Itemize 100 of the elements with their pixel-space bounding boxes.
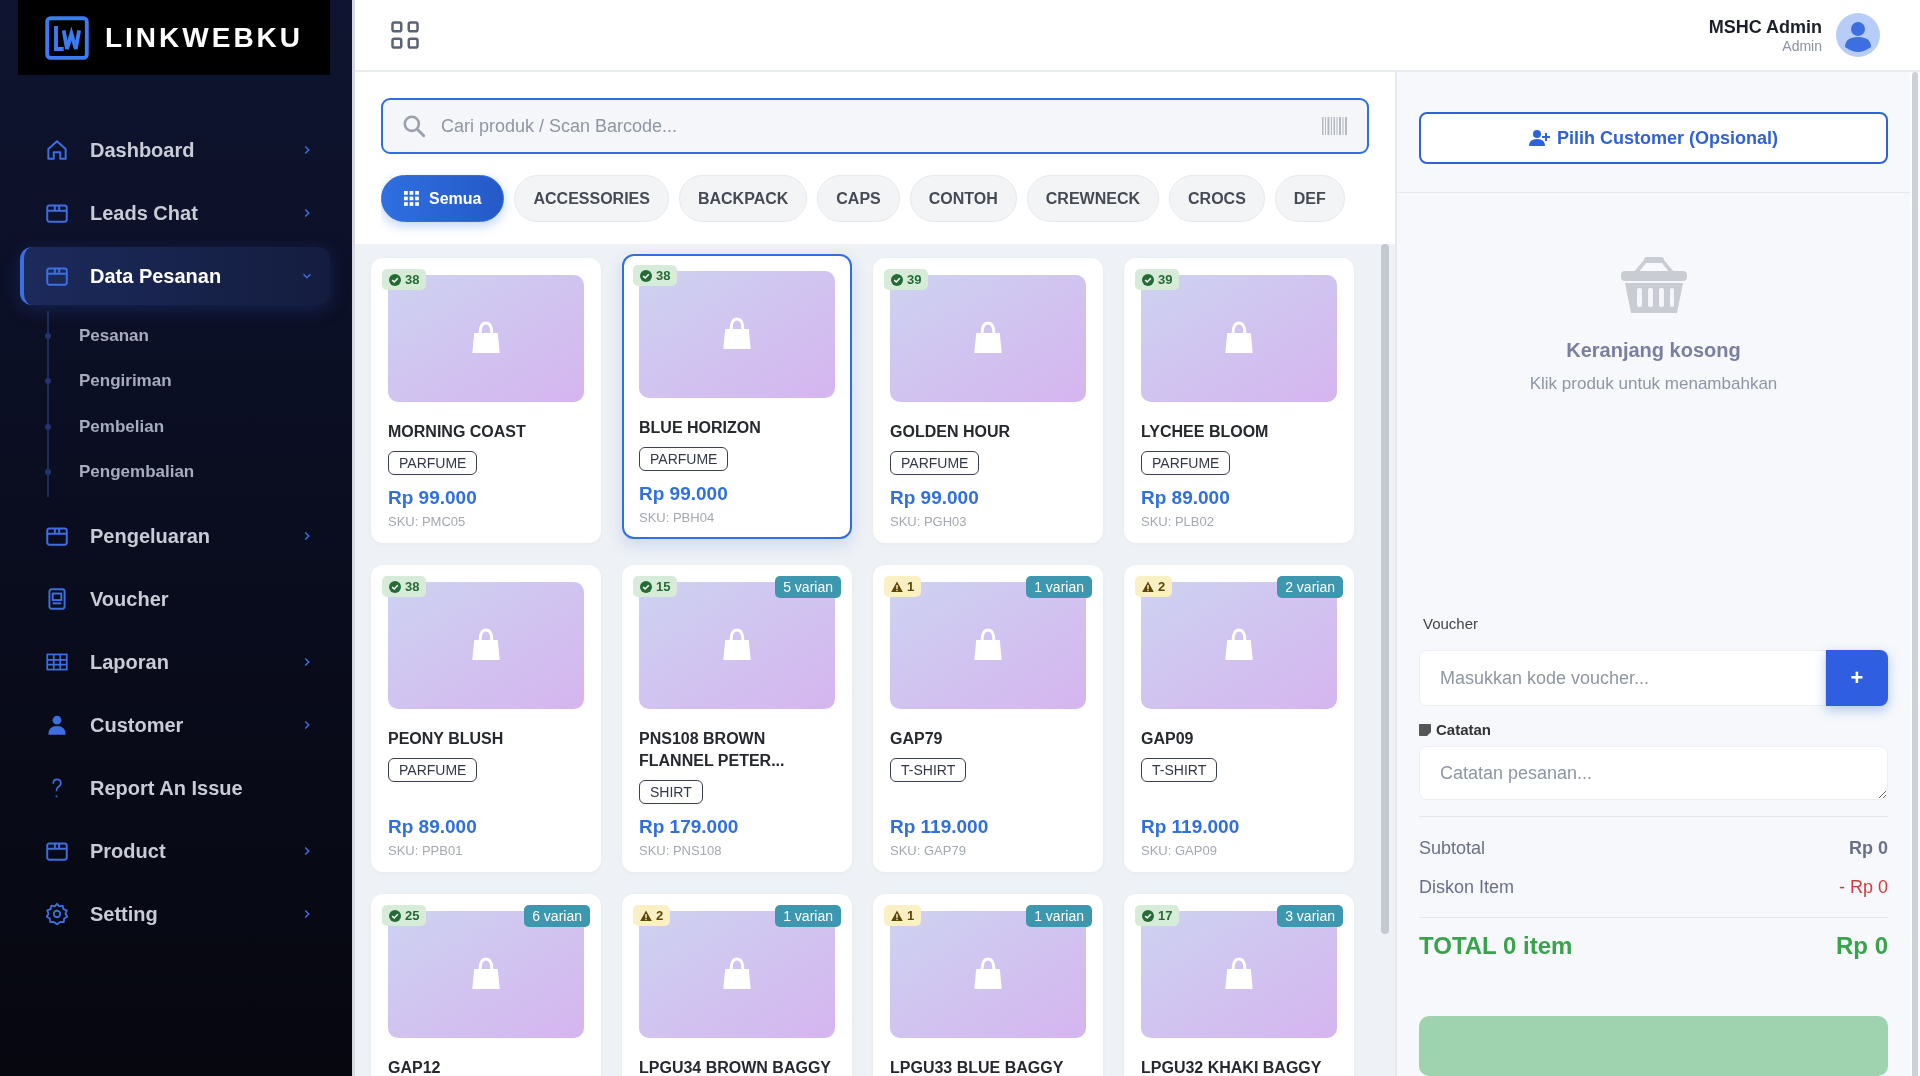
barcode-icon[interactable] [1321,116,1349,136]
check-icon [640,580,652,593]
search-field[interactable]: Cari produk / Scan Barcode... [381,98,1369,154]
apps-icon[interactable] [390,20,420,50]
product-sku: SKU: GAP79 [890,843,967,858]
category-tab[interactable]: CONTOH [909,175,1017,222]
sidebar-item[interactable]: Customer [20,696,330,754]
stock-badge: 38 [633,265,678,286]
product-price: Rp 99.000 [388,487,478,509]
warning-icon [891,909,903,922]
total-value: Rp 0 [1836,932,1888,960]
scrollbar[interactable] [1381,244,1389,934]
product-sku: SKU: PGH03 [890,514,968,529]
variant-badge: 1 varian [775,905,841,927]
category-tab[interactable]: CROCS [1169,175,1265,222]
product-card[interactable]: 2 2 varian GAP09 T-SHIRT Rp 119.000 SKU: GAP09 [1124,565,1354,872]
sidebar-item[interactable]: Laporan [20,633,330,691]
product-card[interactable]: 38 MORNING COAST PARFUME Rp 99.000 SKU: PMC05 [371,258,601,543]
check-icon [640,269,652,282]
brand-name: LINKWEBKU [104,21,304,54]
sidebar-item[interactable]: Pengeluaran [20,507,330,565]
category-tab[interactable]: DEF [1274,175,1345,222]
settings-icon [44,901,70,927]
product-name: GOLDEN HOUR [890,422,1011,442]
check-icon [389,909,401,922]
sidebar-item[interactable]: Setting [20,885,330,943]
stock-badge: 1 [884,905,922,926]
total-label: TOTAL 0 item [1419,932,1573,960]
product-name: GAP12 [388,1058,442,1076]
category-tag: T-SHIRT [890,758,967,782]
category-tag: T-SHIRT [1141,758,1218,782]
add-voucher-button[interactable]: + [1826,650,1888,706]
summary-label: Subtotal [1419,838,1486,859]
sidebar-item[interactable]: Leads Chat [20,184,330,242]
check-icon [1142,273,1154,286]
product-card[interactable]: 39 GOLDEN HOUR PARFUME Rp 99.000 SKU: PGH03 [873,258,1103,543]
product-card[interactable]: 15 5 varian PNS108 BROWN FLANNEL PETER... SHIRT Rp 179.000 SKU: PNS108 [622,565,852,872]
sidebar-item[interactable]: Data Pesanan [20,247,330,305]
product-sku: SKU: PMC05 [388,514,467,529]
summary-value: Rp 0 [1849,838,1888,859]
note-field[interactable]: Catatan pesanan... [1419,746,1888,800]
check-icon [389,580,401,593]
user-role: Admin [1782,37,1822,54]
product-card[interactable]: 38 BLUE HORIZON PARFUME Rp 99.000 SKU: PBH04 [622,254,852,539]
product-price: Rp 99.000 [639,483,729,505]
product-card[interactable]: 38 PEONY BLUSH PARFUME Rp 89.000 SKU: PPB01 [371,565,601,872]
category-tab[interactable]: CAPS [817,175,900,222]
product-price: Rp 119.000 [890,816,990,838]
voucher-field[interactable]: Masukkan kode voucher... [1419,650,1826,706]
category-tab[interactable]: Semua [381,175,505,222]
stock-badge: 39 [884,269,929,290]
home-icon [44,137,70,163]
avatar-icon[interactable] [1836,13,1880,57]
warning-icon [1142,580,1154,593]
stock-badge: 25 [382,905,427,926]
category-tag: PARFUME [639,447,729,471]
category-tab[interactable]: BACKPACK [678,175,808,222]
product-card[interactable]: 17 3 varian LPGU32 KHAKI BAGGY [1124,894,1354,1076]
product-card[interactable]: 39 LYCHEE BLOOM PARFUME Rp 89.000 SKU: PLB02 [1124,258,1354,543]
product-name: MORNING COAST [388,422,527,442]
stock-badge: 15 [633,576,678,597]
product-name: LPGU33 BLUE BAGGY [890,1058,1065,1076]
sidebar-item[interactable]: Voucher [20,570,330,628]
product-price: Rp 119.000 [1141,816,1241,838]
category-tag: PARFUME [890,451,980,475]
product-card[interactable]: 1 1 varian LPGU33 BLUE BAGGY [873,894,1103,1076]
product-card[interactable]: 25 6 varian GAP12 [371,894,601,1076]
customer-button[interactable]: Pilih Customer (Opsional) [1419,112,1888,164]
variant-badge: 3 varian [1277,905,1343,927]
stock-badge: 1 [884,576,922,597]
voucher-label: Voucher [1422,615,1480,632]
sidebar-item[interactable]: Dashboard [20,121,330,179]
note-label: Catatan [1436,721,1491,738]
stock-badge: 39 [1135,269,1180,290]
sidebar-item[interactable]: Product [20,822,330,880]
summary-label: Diskon Item [1419,877,1515,898]
product-name: LPGU32 KHAKI BAGGY [1141,1058,1323,1076]
add-user-icon [1529,129,1551,147]
basket-icon [1618,255,1689,315]
sidebar-item[interactable]: Report An Issue [20,759,330,817]
product-name: BLUE HORIZON [639,418,762,438]
product-price: Rp 89.000 [388,816,478,838]
product-name: PNS108 BROWN FLANNEL PETER... [639,729,786,771]
product-card[interactable]: 2 1 varian LPGU34 BROWN BAGGY [622,894,852,1076]
variant-badge: 1 varian [1026,576,1092,598]
warning-icon [640,909,652,922]
product-sku: SKU: PNS108 [639,843,723,858]
product-sku: SKU: PPB01 [388,843,464,858]
product-card[interactable]: 1 1 varian GAP79 T-SHIRT Rp 119.000 SKU: GAP79 [873,565,1103,872]
variant-badge: 6 varian [524,905,590,927]
product-name: GAP79 [890,729,944,749]
warning-icon [891,580,903,593]
category-tab[interactable]: ACCESSORIES [514,175,669,222]
stock-badge: 2 [1135,576,1173,597]
category-tag: SHIRT [639,780,703,804]
checkout-button[interactable] [1419,1016,1888,1076]
category-tab[interactable]: CREWNECK [1026,175,1160,222]
logo-icon [44,15,89,60]
product-price: Rp 179.000 [639,816,740,838]
check-icon [1142,909,1154,922]
